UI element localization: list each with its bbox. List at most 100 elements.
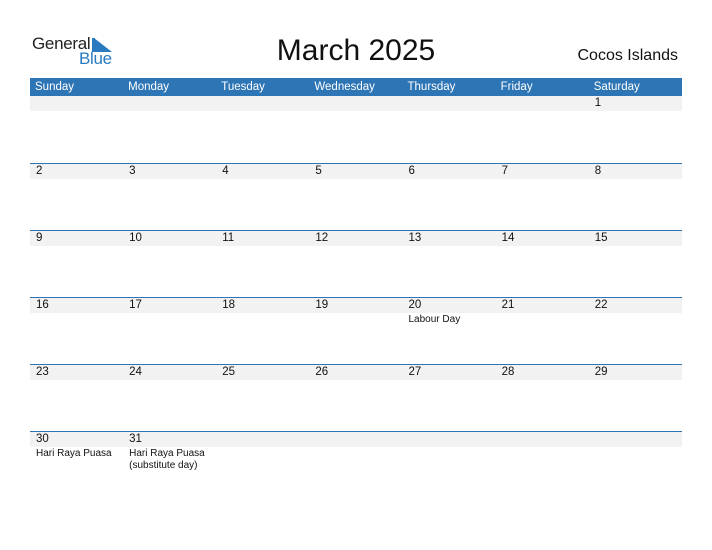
day-cell: 11 <box>216 231 309 246</box>
day-cell <box>496 432 589 472</box>
day-number: 15 <box>594 232 608 244</box>
day-number: 31 <box>129 433 142 445</box>
weeks-container: 1 2 3 4 5 6 7 8 9 10 11 12 13 14 15 16 17 18 19 20 Labour Da… <box>30 96 682 498</box>
day-number: 28 <box>501 366 515 378</box>
day-cell <box>496 96 589 111</box>
day-number <box>36 96 123 111</box>
day-cell: 18 <box>216 298 309 326</box>
day-number <box>595 432 682 447</box>
day-number: 23 <box>36 366 49 378</box>
day-cell <box>589 432 682 472</box>
day-number: 17 <box>129 299 142 311</box>
week-row: 16 17 18 19 20 Labour Day 21 22 <box>30 297 682 364</box>
day-number: 10 <box>129 232 142 244</box>
day-number: 20 <box>408 299 422 311</box>
day-cell <box>403 96 496 111</box>
day-cell: 7 <box>496 164 589 179</box>
day-cell: 8 <box>589 164 682 179</box>
weekday-friday: Friday <box>500 81 533 93</box>
day-cell: 4 <box>216 164 309 179</box>
week-row: 2 3 4 5 6 7 8 <box>30 163 682 230</box>
week-days: 9 10 11 12 13 14 15 <box>30 231 682 246</box>
week-days: 1 <box>30 96 682 111</box>
holiday-label: Hari Raya Puasa <box>36 448 112 459</box>
day-cell <box>216 96 309 111</box>
day-cell: 3 <box>123 164 216 179</box>
day-number: 7 <box>501 165 509 177</box>
weekday-thursday: Thursday <box>407 81 456 93</box>
day-cell: 17 <box>123 298 216 326</box>
day-cell: 22 <box>589 298 682 326</box>
week-row: 30 Hari Raya Puasa 31 Hari Raya Puasa (subs… <box>30 431 682 498</box>
weekday-sunday: Sunday <box>35 81 75 93</box>
day-number <box>315 432 402 447</box>
day-cell <box>123 96 216 111</box>
day-number <box>502 96 589 111</box>
day-cell: 6 <box>403 164 496 179</box>
week-row: 23 24 25 26 27 28 29 <box>30 364 682 431</box>
country-label: Cocos Islands <box>577 47 679 64</box>
day-number <box>409 432 496 447</box>
day-number: 22 <box>594 299 608 311</box>
day-number: 16 <box>36 299 49 311</box>
day-cell: 23 <box>30 365 123 380</box>
day-cell <box>309 432 402 472</box>
day-number: 25 <box>222 366 236 378</box>
week-days: 23 24 25 26 27 28 29 <box>30 365 682 380</box>
holiday-label: Labour Day <box>408 314 461 325</box>
day-cell <box>403 432 496 472</box>
day-number: 11 <box>222 232 235 244</box>
day-cell <box>30 96 123 111</box>
day-cell: 25 <box>216 365 309 380</box>
day-cell: 16 <box>30 298 123 326</box>
day-number: 19 <box>315 299 329 311</box>
day-number: 30 <box>36 433 49 445</box>
day-cell: 12 <box>309 231 402 246</box>
day-number <box>222 432 309 447</box>
day-cell: 10 <box>123 231 216 246</box>
day-number: 21 <box>501 299 515 311</box>
weekday-saturday: Saturday <box>593 81 640 93</box>
day-number: 24 <box>129 366 142 378</box>
weekday-tuesday: Tuesday <box>221 81 265 93</box>
day-cell <box>309 96 402 111</box>
day-cell: 1 <box>589 96 682 111</box>
day-number <box>502 432 589 447</box>
day-number: 29 <box>594 366 608 378</box>
day-number <box>222 96 309 111</box>
day-number <box>129 96 216 111</box>
day-cell: 24 <box>123 365 216 380</box>
day-number: 3 <box>129 165 136 177</box>
day-cell: 19 <box>309 298 402 326</box>
day-number <box>409 96 496 111</box>
week-days: 16 17 18 19 20 Labour Day 21 22 <box>30 298 682 326</box>
day-number: 5 <box>315 165 322 177</box>
day-cell: 31 Hari Raya Puasa (substitute day) <box>123 432 216 472</box>
day-number: 12 <box>315 232 329 244</box>
day-cell: 14 <box>496 231 589 246</box>
weekday-monday: Monday <box>128 81 170 93</box>
day-number: 27 <box>408 366 422 378</box>
week-days: 30 Hari Raya Puasa 31 Hari Raya Puasa (subs… <box>30 432 682 472</box>
day-number: 9 <box>36 232 43 244</box>
day-cell: 26 <box>309 365 402 380</box>
holiday-label: Hari Raya Puasa (substitute day) <box>129 448 205 471</box>
day-number <box>315 96 402 111</box>
day-cell: 20 Labour Day <box>403 298 496 326</box>
weekday-header: Sunday Monday Tuesday Wednesday Thursday… <box>30 78 682 96</box>
day-number: 13 <box>408 232 422 244</box>
day-number: 1 <box>594 97 602 109</box>
calendar-grid: Sunday Monday Tuesday Wednesday Thursday… <box>30 78 682 498</box>
week-days: 2 3 4 5 6 7 8 <box>30 164 682 179</box>
day-cell: 9 <box>30 231 123 246</box>
day-cell: 29 <box>589 365 682 380</box>
day-number: 14 <box>501 232 515 244</box>
day-number: 8 <box>594 165 602 177</box>
day-number: 26 <box>315 366 329 378</box>
day-cell: 30 Hari Raya Puasa <box>30 432 123 472</box>
day-cell: 5 <box>309 164 402 179</box>
weekday-wednesday: Wednesday <box>314 81 375 93</box>
day-cell: 2 <box>30 164 123 179</box>
day-cell: 15 <box>589 231 682 246</box>
day-cell <box>216 432 309 472</box>
